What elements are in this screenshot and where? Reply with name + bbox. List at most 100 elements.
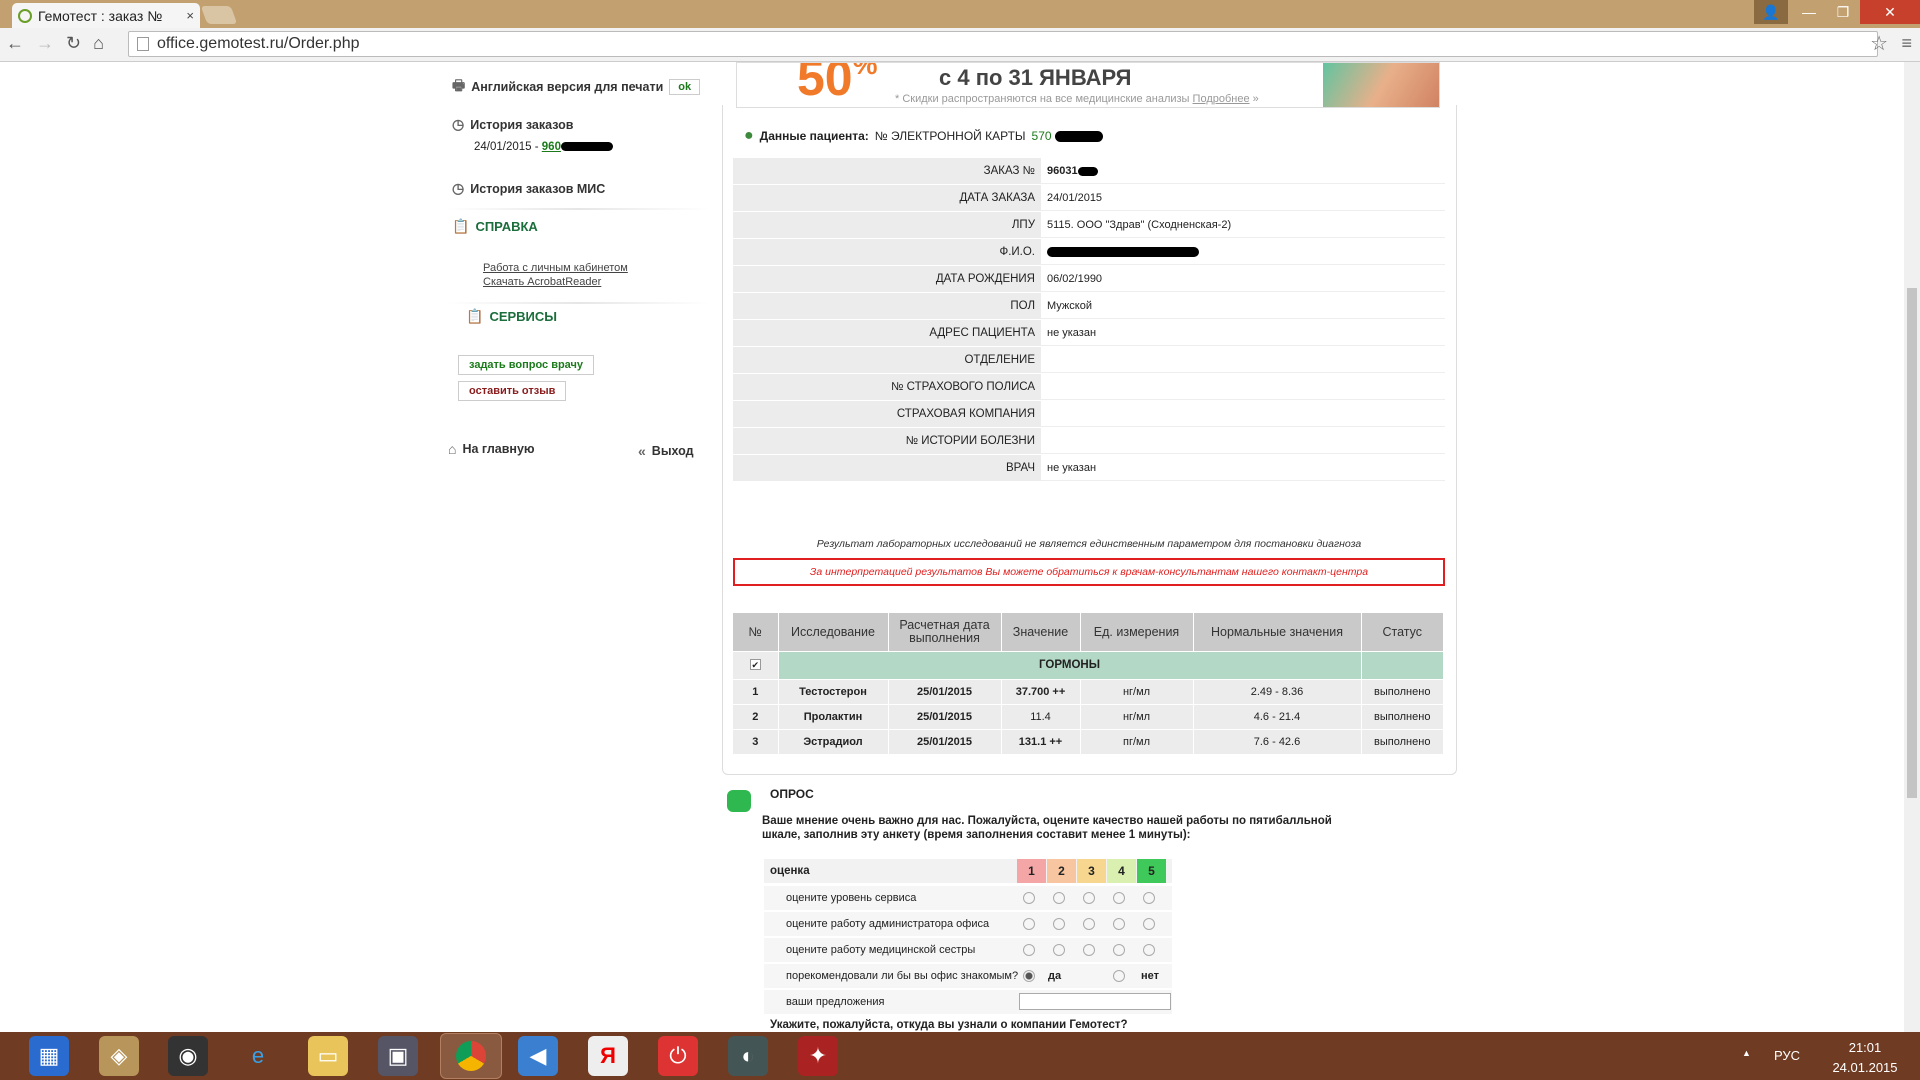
bookmark-star-icon[interactable]: ☆ xyxy=(1870,31,1888,56)
help-section-title: 📋 СПРАВКА xyxy=(452,218,538,235)
survey-question-label: оцените работу администратора офиса xyxy=(786,918,990,930)
clock-icon: ◷ xyxy=(452,180,465,196)
history-title[interactable]: ◷ История заказов xyxy=(452,116,573,133)
field-lpu: ЛПУ 5115. ООО "Здрав" (Сходненская-2) xyxy=(733,212,1445,238)
radio-2[interactable] xyxy=(1053,892,1065,904)
ask-doctor-button[interactable]: задать вопрос врачу xyxy=(458,355,595,375)
result-unit: нг/мл xyxy=(1080,704,1194,730)
steam-icon[interactable]: ◐ xyxy=(728,1036,768,1076)
field-insurance-company: СТРАХОВАЯ КОМПАНИЯ xyxy=(733,401,1445,427)
radio-1[interactable] xyxy=(1023,892,1035,904)
result-unit: нг/мл xyxy=(1080,679,1194,705)
print-english[interactable]: 🖶 Английская версия для печати ok xyxy=(452,75,701,99)
radio-2[interactable] xyxy=(1053,918,1065,930)
control-panel-icon[interactable]: ▦ xyxy=(29,1036,69,1076)
dota-icon[interactable]: ✦ xyxy=(798,1036,838,1076)
radio-5[interactable] xyxy=(1143,892,1155,904)
banner-more-link[interactable]: Подробнее xyxy=(1193,93,1250,105)
ok-button[interactable]: ok xyxy=(669,79,701,95)
banner-photo xyxy=(1323,63,1439,107)
radio-5[interactable] xyxy=(1143,918,1155,930)
maximize-button[interactable]: ❐ xyxy=(1826,0,1860,24)
result-row: 2 Пролактин 25/01/2015 11.4 нг/мл 4.6 - 21.4 в… xyxy=(733,704,1444,730)
survey-intro-line: Ваше мнение очень важно для нас. Пожалуй… xyxy=(762,815,1332,827)
field-value: не указан xyxy=(1041,455,1445,481)
leave-review-button[interactable]: оставить отзыв xyxy=(458,381,567,401)
clock-time: 21:01 xyxy=(1848,1040,1882,1055)
help-title-label: СПРАВКА xyxy=(475,219,538,234)
reload-icon[interactable]: ↻ xyxy=(66,33,81,54)
clock[interactable]: 21:01 24.01.2015 xyxy=(1820,1038,1910,1078)
no-label: нет xyxy=(1141,970,1160,982)
history-entry-date: 24/01/2015 - xyxy=(474,141,542,153)
field-value: 24/01/2015 xyxy=(1041,185,1445,211)
radio-4[interactable] xyxy=(1113,944,1125,956)
home-icon[interactable]: ⌂ xyxy=(93,33,104,54)
field-label: № ИСТОРИИ БОЛЕЗНИ xyxy=(733,428,1041,454)
forward-icon[interactable]: → xyxy=(36,33,54,54)
close-window-button[interactable]: ✕ xyxy=(1860,0,1920,24)
help-link-acrobat[interactable]: Скачать AcrobatReader xyxy=(483,275,628,289)
media-app-icon[interactable]: ◈ xyxy=(99,1036,139,1076)
menu-icon[interactable]: ≡ xyxy=(1901,33,1912,54)
speaker-app-icon[interactable]: ◉ xyxy=(168,1036,208,1076)
home-link[interactable]: ⌂ На главную xyxy=(448,441,535,457)
history-mis-label: История заказов МИС xyxy=(470,181,606,196)
history-mis[interactable]: ◷ История заказов МИС xyxy=(452,180,605,197)
source-question: Укажите, пожалуйста, откуда вы узнали о … xyxy=(770,1019,1128,1031)
tray-expand-icon[interactable]: ▲ xyxy=(1742,1048,1751,1058)
person-icon: ● xyxy=(744,127,754,144)
banner-percent-sign: % xyxy=(852,62,878,80)
survey-title: ОПРОС xyxy=(770,787,814,801)
group-title: ГОРМОНЫ xyxy=(778,651,1362,680)
result-num: 2 xyxy=(733,704,779,730)
suggestions-input[interactable] xyxy=(1019,993,1171,1010)
help-link-cabinet[interactable]: Работа с личным кабинетом xyxy=(483,261,628,275)
app-icon[interactable]: ▣ xyxy=(378,1036,418,1076)
file-explorer-icon[interactable]: ▭ xyxy=(308,1036,348,1076)
power-app-icon[interactable]: ⏻ xyxy=(658,1036,698,1076)
result-test: Тестостерон xyxy=(778,679,889,705)
radio-3[interactable] xyxy=(1083,892,1095,904)
chrome-icon[interactable] xyxy=(440,1033,502,1079)
field-label: ОТДЕЛЕНИЕ xyxy=(733,347,1041,373)
radio-3[interactable] xyxy=(1083,944,1095,956)
back-icon[interactable]: ← xyxy=(6,33,24,54)
internet-explorer-icon[interactable]: e xyxy=(238,1036,278,1076)
user-icon[interactable]: 👤 xyxy=(1754,0,1788,24)
promo-banner[interactable]: 50% с 4 по 31 ЯНВАРЯ * Скидки распростра… xyxy=(736,62,1440,108)
survey-question: оцените работу медицинской сестры xyxy=(764,938,1172,962)
radio-4[interactable] xyxy=(1113,918,1125,930)
field-label: СТРАХОВАЯ КОМПАНИЯ xyxy=(733,401,1041,427)
radio-1[interactable] xyxy=(1023,918,1035,930)
yandex-icon[interactable]: Я xyxy=(588,1036,628,1076)
group-checkbox[interactable]: ✔ xyxy=(749,659,761,670)
radio-4[interactable] xyxy=(1113,892,1125,904)
tab-close-icon[interactable]: × xyxy=(186,8,194,23)
radio-1[interactable] xyxy=(1023,944,1035,956)
services-section-title: 📋 СЕРВИСЫ xyxy=(466,308,557,325)
logout-link[interactable]: « Выход xyxy=(638,443,694,459)
patient-heading: ● Данные пациента: № ЭЛЕКТРОННОЙ КАРТЫ 5… xyxy=(744,127,1103,145)
address-bar[interactable]: office.gemotest.ru/Order.php xyxy=(128,31,1878,57)
language-indicator[interactable]: РУС xyxy=(1774,1048,1800,1063)
card-number: 570 xyxy=(1031,129,1052,143)
history-entry[interactable]: 24/01/2015 - 960 xyxy=(474,141,613,153)
field-address: АДРЕС ПАЦИЕНТА не указан xyxy=(733,320,1445,346)
history-entry-link[interactable]: 960 xyxy=(542,141,561,153)
new-tab-button[interactable] xyxy=(200,6,238,24)
minimize-button[interactable]: — xyxy=(1792,0,1826,24)
radio-5[interactable] xyxy=(1143,944,1155,956)
col-test: Исследование xyxy=(778,613,889,652)
result-value: 37.700 ++ xyxy=(1001,679,1081,705)
radio-3[interactable] xyxy=(1083,918,1095,930)
radio-no[interactable] xyxy=(1113,970,1125,982)
radio-yes[interactable] xyxy=(1023,970,1035,982)
browser-tab[interactable]: Гемотест : заказ № × xyxy=(12,3,200,28)
scrollbar-thumb[interactable] xyxy=(1907,288,1917,798)
volume-app-icon[interactable]: ◀ xyxy=(518,1036,558,1076)
banner-percent: 50% xyxy=(797,62,878,107)
field-label: ЗАКАЗ № xyxy=(733,158,1041,184)
radio-2[interactable] xyxy=(1053,944,1065,956)
field-value: Мужской xyxy=(1041,293,1445,319)
